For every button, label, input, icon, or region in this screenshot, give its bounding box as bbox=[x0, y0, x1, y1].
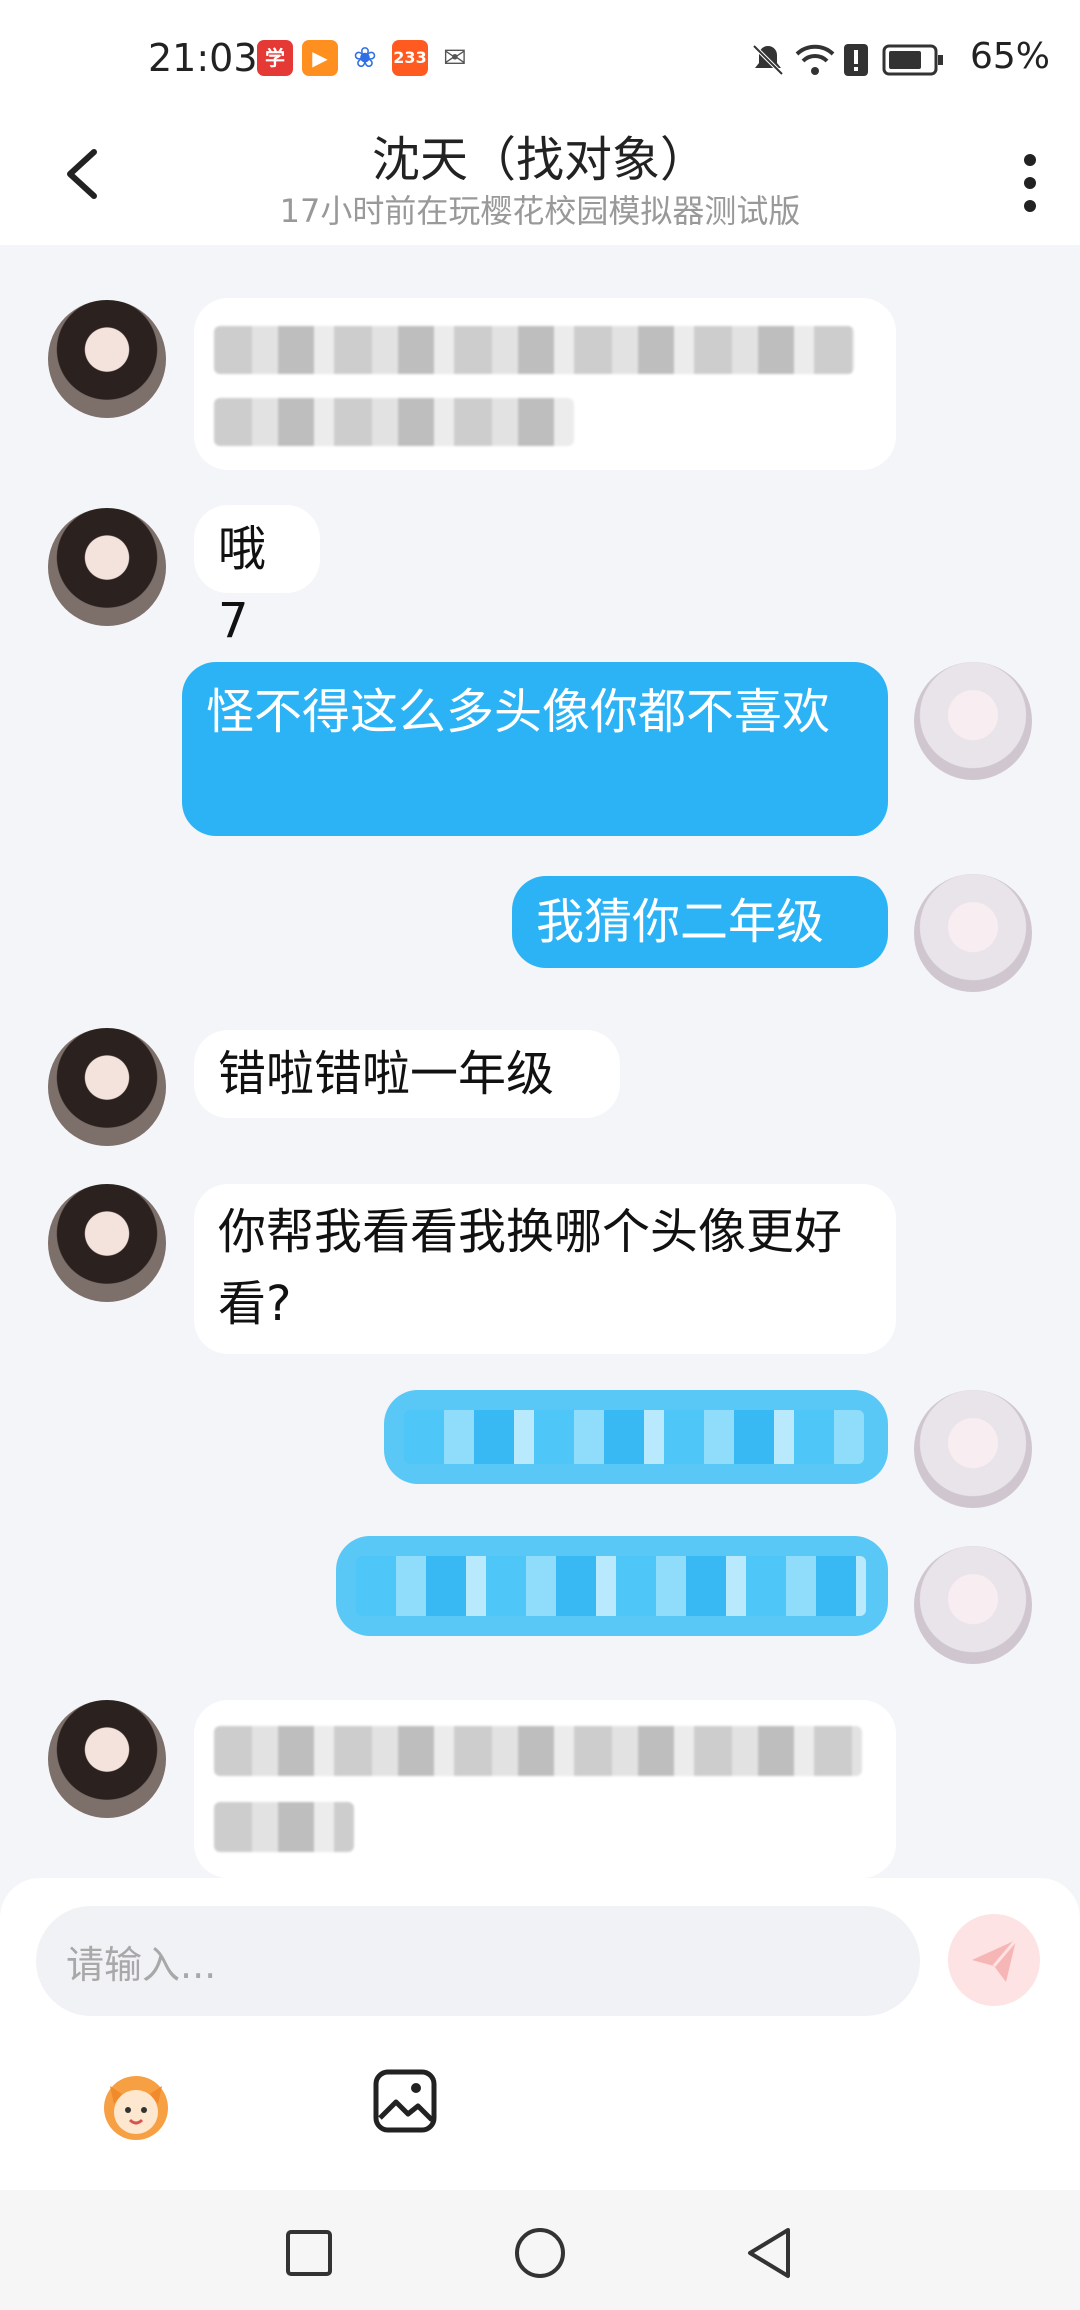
message-bubble-incoming[interactable]: 哦7 bbox=[194, 505, 320, 649]
xuexi-app-icon: 学 bbox=[257, 40, 293, 76]
mute-icon bbox=[752, 44, 784, 76]
wechat-app-icon: ✉ bbox=[437, 40, 473, 76]
contact-avatar[interactable] bbox=[48, 1700, 166, 1818]
chat-title: 沈天（找对象） bbox=[371, 132, 708, 188]
contact-avatar[interactable] bbox=[48, 1028, 166, 1146]
chat-subtitle: 17小时前在玩樱花校园模拟器测试版 bbox=[279, 192, 801, 230]
message-bubble-outgoing[interactable] bbox=[336, 1536, 888, 1636]
back-icon[interactable] bbox=[744, 2226, 794, 2280]
input-panel: 请输入... bbox=[0, 1878, 1080, 2190]
my-avatar[interactable] bbox=[914, 1390, 1032, 1508]
input-placeholder: 请输入... bbox=[66, 1943, 217, 1987]
my-avatar[interactable] bbox=[914, 662, 1032, 780]
battery-percent: 65% bbox=[969, 36, 1050, 77]
video-app-icon: ▶ bbox=[302, 40, 338, 76]
message-bubble-outgoing[interactable] bbox=[384, 1390, 888, 1484]
wifi-icon bbox=[795, 44, 835, 75]
emoji-sticker-icon[interactable] bbox=[92, 2064, 180, 2144]
my-avatar[interactable] bbox=[914, 1546, 1032, 1664]
status-bar: 21:03 学 ▶ ❀ 233 ✉ 65% bbox=[0, 0, 1080, 120]
message-bubble-outgoing[interactable]: 怪不得这么多头像你都不喜欢 bbox=[182, 662, 888, 836]
send-button[interactable] bbox=[948, 1914, 1040, 2006]
message-bubble-incoming[interactable] bbox=[194, 1700, 896, 1878]
message-input[interactable]: 请输入... bbox=[36, 1906, 920, 2016]
status-time: 21:03 bbox=[148, 36, 258, 80]
message-bubble-incoming[interactable]: 你帮我看看我换哪个头像更好看? bbox=[194, 1184, 896, 1354]
contact-avatar[interactable] bbox=[48, 1184, 166, 1302]
image-picker-icon[interactable] bbox=[372, 2068, 438, 2134]
home-icon[interactable] bbox=[513, 2226, 567, 2280]
more-options-icon[interactable] bbox=[1020, 148, 1040, 218]
recent-apps-icon[interactable] bbox=[284, 2228, 334, 2278]
chat-header: 沈天（找对象） 17小时前在玩樱花校园模拟器测试版 bbox=[0, 120, 1080, 245]
my-avatar[interactable] bbox=[914, 874, 1032, 992]
233-app-icon: 233 bbox=[392, 40, 428, 76]
system-navigation-bar bbox=[0, 2190, 1080, 2310]
message-bubble-incoming[interactable]: 错啦错啦一年级 bbox=[194, 1030, 620, 1118]
contact-avatar[interactable] bbox=[48, 508, 166, 626]
contact-avatar[interactable] bbox=[48, 300, 166, 418]
baidu-app-icon: ❀ bbox=[347, 40, 383, 76]
message-bubble-outgoing[interactable]: 我猜你二年级 bbox=[512, 876, 888, 968]
battery-icon bbox=[882, 44, 943, 76]
send-icon bbox=[972, 1939, 1018, 1982]
message-bubble-incoming[interactable] bbox=[194, 298, 896, 470]
alert-icon bbox=[844, 44, 868, 76]
